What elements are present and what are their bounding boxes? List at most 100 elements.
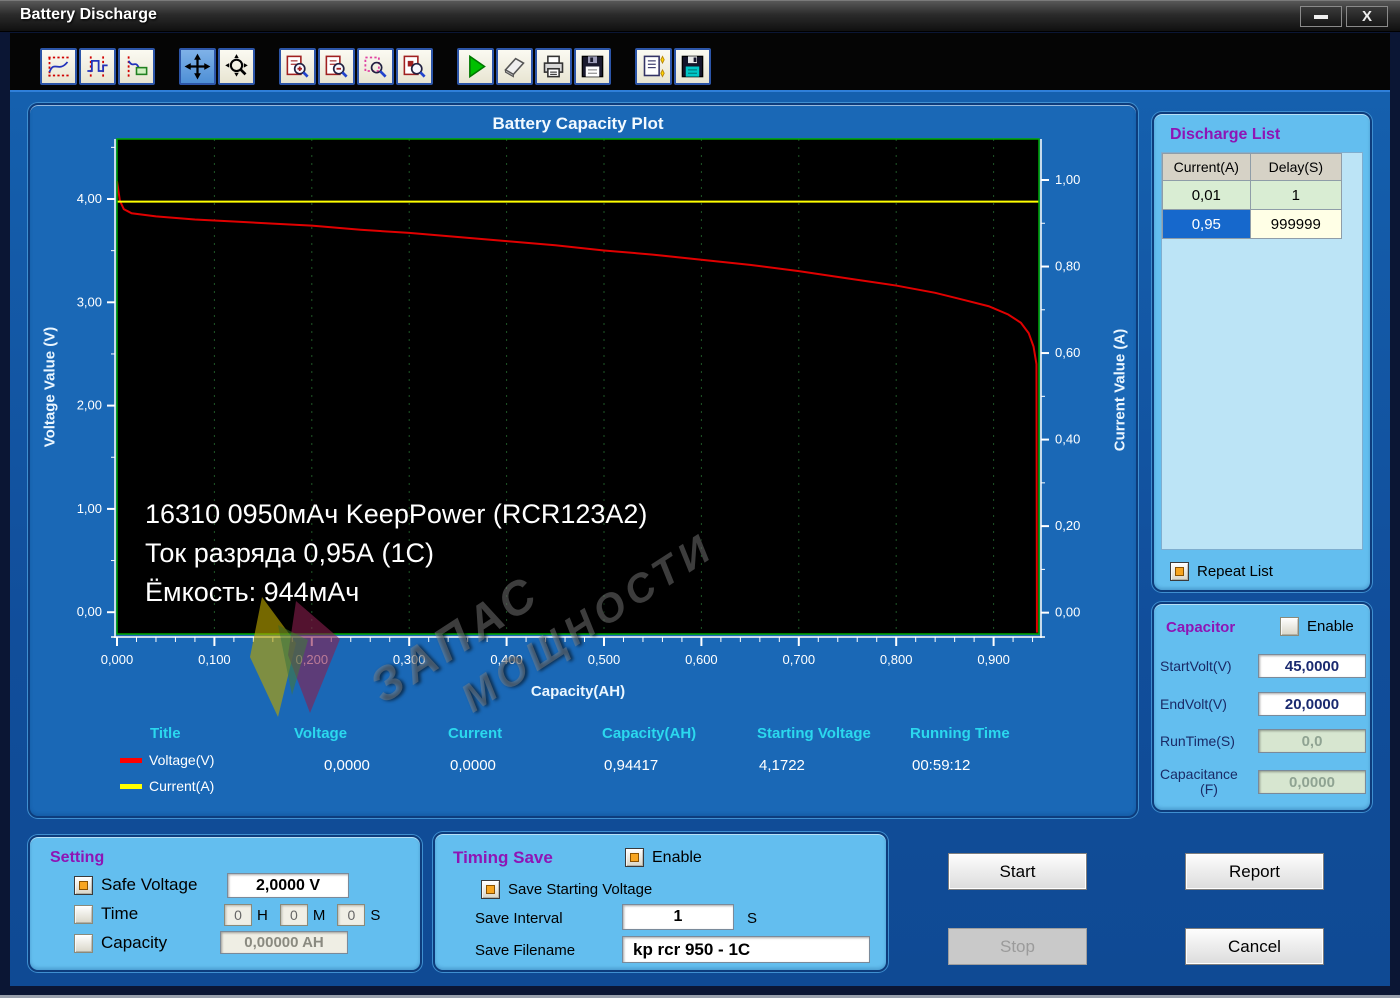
row1-current-cell[interactable]: 0,01 — [1163, 181, 1251, 210]
zoom-in-icon — [284, 53, 311, 80]
annotation-line-2: Ток разряда 0,95А (1С) — [145, 534, 647, 573]
stat-capacity-header: Capacity(AH) — [602, 725, 696, 742]
svg-text:0,60: 0,60 — [1055, 345, 1080, 360]
safe-voltage-field[interactable]: 2,0000 V — [227, 873, 349, 898]
zoom-previous-button[interactable] — [396, 48, 433, 85]
safe-voltage-checkbox[interactable] — [74, 876, 93, 895]
curve-legend-icon — [123, 53, 150, 80]
discharge-list-grid[interactable]: Current(A) Delay(S) 0,01 1 0,95 999999 — [1161, 152, 1363, 550]
battery-capacity-plot[interactable]: 4,003,002,001,000,001,000,800,600,400,20… — [30, 105, 1140, 820]
window-frame: Battery Capacity Plot 4,003,002,001,000,… — [10, 33, 1390, 986]
time-hours-field[interactable]: 0 — [224, 904, 252, 926]
svg-text:0,100: 0,100 — [198, 652, 231, 667]
close-button[interactable]: X — [1346, 6, 1388, 27]
curve-legend-button[interactable] — [118, 48, 155, 85]
curve-style-button[interactable] — [40, 48, 77, 85]
endvolt-row: EndVolt(V) 20,0000 — [1160, 692, 1368, 716]
discharge-row-1[interactable]: 0,01 1 — [1163, 181, 1342, 210]
curve-step-icon — [84, 53, 111, 80]
client-area: Battery Capacity Plot 4,003,002,001,000,… — [10, 90, 1390, 986]
setting-panel: Setting Safe Voltage 2,0000 V Time 0 H 0… — [28, 835, 422, 972]
save-starting-voltage-row: Save Starting Voltage — [481, 880, 652, 899]
endvolt-field[interactable]: 20,0000 — [1258, 692, 1366, 716]
legend-current-series: Current(A) — [120, 778, 214, 794]
save-filename-field[interactable]: kp rcr 950 - 1C — [622, 936, 870, 963]
capacitor-enable-checkbox[interactable] — [1280, 617, 1299, 636]
erase-button[interactable] — [496, 48, 533, 85]
zoom-dynamic-icon — [223, 53, 250, 80]
svg-text:2,00: 2,00 — [77, 398, 102, 413]
svg-text:0,300: 0,300 — [393, 652, 426, 667]
save-interval-unit: S — [747, 910, 757, 927]
time-checkbox[interactable] — [74, 905, 93, 924]
time-label: Time — [101, 904, 138, 924]
svg-text:0,200: 0,200 — [296, 652, 329, 667]
capacitor-enable-row: Enable — [1280, 617, 1354, 636]
right-axis-label: Current Value (A) — [1112, 329, 1129, 452]
stat-running-time-header: Running Time — [910, 725, 1010, 742]
run-button[interactable] — [457, 48, 494, 85]
minimize-button[interactable] — [1300, 6, 1342, 27]
zoom-window-button[interactable] — [357, 48, 394, 85]
repeat-list-checkbox[interactable] — [1170, 562, 1189, 581]
time-minutes-field[interactable]: 0 — [280, 904, 308, 926]
stat-running-time-value: 00:59:12 — [912, 757, 970, 774]
capacitor-enable-label: Enable — [1307, 618, 1354, 635]
zoom-window-icon — [362, 53, 389, 80]
annotation-line-1: 16310 0950мАч KeepPower (RCR123A2) — [145, 495, 647, 534]
svg-text:0,400: 0,400 — [490, 652, 523, 667]
curve-step-button[interactable] — [79, 48, 116, 85]
pan-button[interactable] — [179, 48, 216, 85]
time-seconds-field[interactable]: 0 — [337, 904, 365, 926]
capacity-label: Capacity — [101, 933, 167, 953]
discharge-row-2[interactable]: 0,95 999999 — [1163, 210, 1342, 239]
hours-unit: H — [257, 907, 268, 924]
zoom-dynamic-button[interactable] — [218, 48, 255, 85]
runtime-row: RunTime(S) 0,0 — [1160, 729, 1368, 753]
zoom-in-button[interactable] — [279, 48, 316, 85]
runtime-field: 0,0 — [1258, 729, 1366, 753]
report-file-button[interactable] — [635, 48, 672, 85]
svg-text:0,00: 0,00 — [1055, 605, 1080, 620]
app-window: Battery Discharge X Battery Capacity Pl — [0, 0, 1400, 998]
current-swatch — [120, 784, 142, 789]
report-button[interactable]: Report — [1185, 853, 1324, 890]
save-button[interactable] — [574, 48, 611, 85]
capacitor-panel: Capacitor Enable StartVolt(V) 45,0000 En… — [1152, 602, 1372, 812]
svg-text:0,900: 0,900 — [977, 652, 1010, 667]
svg-text:0,80: 0,80 — [1055, 259, 1080, 274]
stat-current-header: Current — [448, 725, 502, 742]
svg-text:0,800: 0,800 — [880, 652, 913, 667]
svg-text:3,00: 3,00 — [77, 294, 102, 309]
capacitor-title: Capacitor — [1166, 619, 1235, 636]
stop-button[interactable]: Stop — [948, 928, 1087, 965]
save-data-button[interactable] — [674, 48, 711, 85]
row2-delay-cell[interactable]: 999999 — [1250, 210, 1341, 239]
left-axis-label: Voltage Value (V) — [42, 327, 59, 448]
time-fields-row: 0 H 0 M 0 S — [224, 904, 392, 926]
minimize-icon — [1314, 15, 1328, 19]
discharge-list-title: Discharge List — [1170, 126, 1280, 144]
seconds-unit: S — [370, 907, 380, 924]
column-delay[interactable]: Delay(S) — [1250, 154, 1341, 181]
zoom-out-icon — [323, 53, 350, 80]
timing-enable-checkbox[interactable] — [625, 848, 644, 867]
erase-icon — [501, 53, 528, 80]
row2-current-cell-selected[interactable]: 0,95 — [1163, 210, 1251, 239]
repeat-list-row: Repeat List — [1170, 562, 1273, 581]
minutes-unit: M — [313, 907, 326, 924]
print-button[interactable] — [535, 48, 572, 85]
capacitance-label: Capacitance(F) — [1160, 767, 1258, 797]
capacity-checkbox[interactable] — [74, 934, 93, 953]
cancel-button[interactable]: Cancel — [1185, 928, 1324, 965]
startvolt-field[interactable]: 45,0000 — [1258, 654, 1366, 678]
column-current[interactable]: Current(A) — [1163, 154, 1251, 181]
save-interval-field[interactable]: 1 — [622, 904, 734, 930]
start-button[interactable]: Start — [948, 853, 1087, 890]
save-starting-voltage-checkbox[interactable] — [481, 880, 500, 899]
zoom-out-button[interactable] — [318, 48, 355, 85]
capacity-field[interactable]: 0,00000 AH — [220, 931, 348, 954]
svg-text:0,600: 0,600 — [685, 652, 718, 667]
timing-enable-row: Enable — [625, 848, 702, 867]
row1-delay-cell[interactable]: 1 — [1250, 181, 1341, 210]
